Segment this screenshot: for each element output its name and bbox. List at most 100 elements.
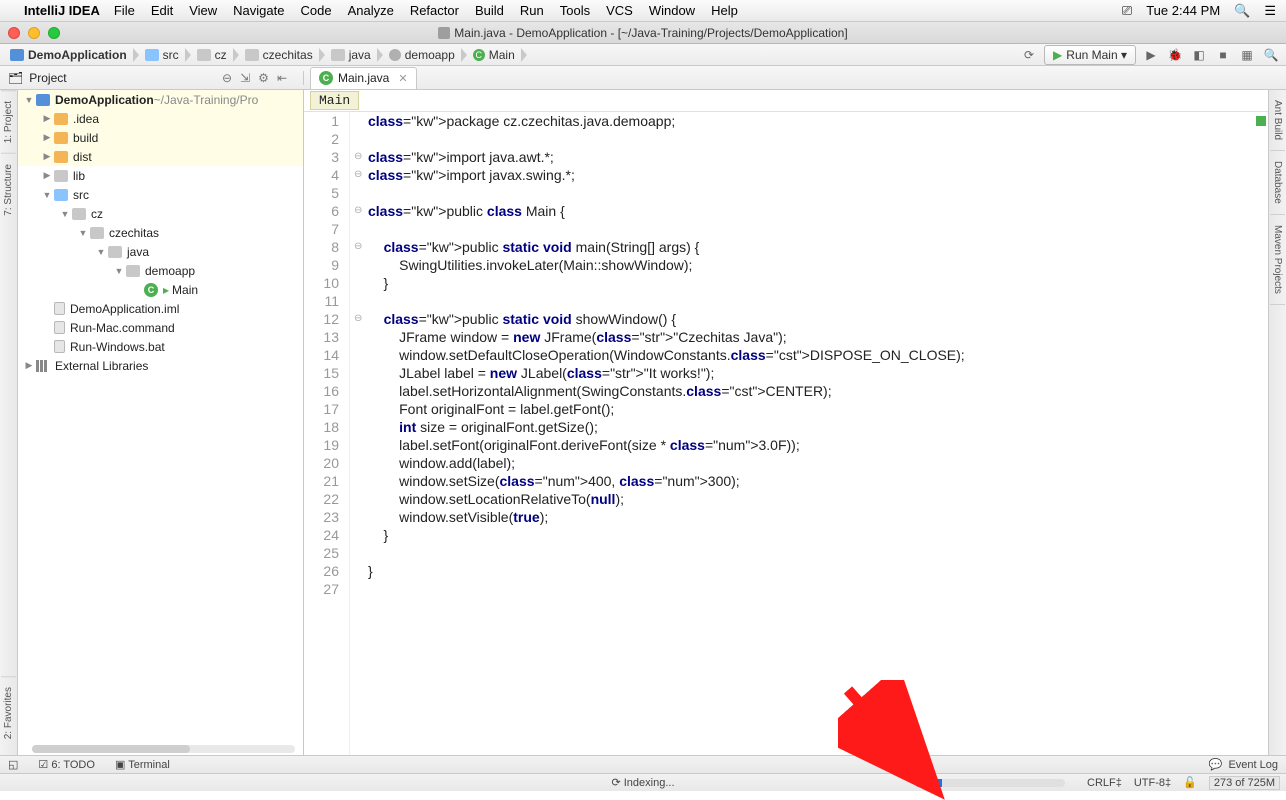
folder-o-icon xyxy=(54,132,68,144)
breadcrumb-java[interactable]: java xyxy=(327,46,377,64)
tree-row[interactable]: ▼ demoapp xyxy=(18,261,303,280)
line-number-gutter[interactable]: 1 2 3 4 5 6 7 8 9 10 11 12 13 14 15 16 1… xyxy=(304,112,350,755)
menu-help[interactable]: Help xyxy=(711,3,738,18)
menu-analyze[interactable]: Analyze xyxy=(348,3,394,18)
breadcrumb-demoapp[interactable]: demoapp xyxy=(385,46,461,64)
file-icon xyxy=(54,321,65,334)
close-window-button[interactable] xyxy=(8,27,20,39)
disclosure-triangle-icon[interactable]: ▼ xyxy=(78,228,88,238)
code-editor[interactable]: Main 1 2 3 4 5 6 7 8 9 10 11 12 13 14 15… xyxy=(304,90,1268,755)
collapse-all-icon[interactable]: ⊖ xyxy=(222,71,232,85)
app-name[interactable]: IntelliJ IDEA xyxy=(24,3,100,18)
java-class-icon: C xyxy=(319,71,333,85)
tab-terminal[interactable]: ▣ Terminal xyxy=(115,758,170,771)
menu-file[interactable]: File xyxy=(114,3,135,18)
code-text[interactable]: class="kw">package cz.czechitas.java.dem… xyxy=(364,112,965,755)
editor-crumb-main[interactable]: Main xyxy=(310,91,359,110)
run-button[interactable]: ▶ xyxy=(1142,46,1160,64)
tab-todo[interactable]: ☑ 6: TODO xyxy=(38,758,95,771)
sync-icon[interactable]: ⟳ xyxy=(1020,46,1038,64)
tab-database[interactable]: Database xyxy=(1270,151,1285,215)
disclosure-triangle-icon[interactable]: ▼ xyxy=(114,266,124,276)
screen-share-icon[interactable]: ⎚ xyxy=(1122,3,1132,19)
breadcrumb-cz[interactable]: cz xyxy=(193,46,233,64)
zoom-window-button[interactable] xyxy=(48,27,60,39)
close-tab-icon[interactable]: ✕ xyxy=(398,72,407,85)
tab-maven[interactable]: Maven Projects xyxy=(1270,215,1285,305)
tree-label: Main xyxy=(172,283,198,297)
run-config-selector[interactable]: ▶Run Main ▾ xyxy=(1044,45,1136,65)
disclosure-triangle-icon[interactable]: ▶ xyxy=(42,170,52,181)
line-separator[interactable]: CRLF‡ xyxy=(1087,777,1122,789)
tree-row[interactable]: ▶build xyxy=(18,128,303,147)
menu-tools[interactable]: Tools xyxy=(560,3,590,18)
file-encoding[interactable]: UTF-8‡ xyxy=(1134,777,1171,789)
tab-project[interactable]: 1: Project xyxy=(1,90,16,153)
tree-row[interactable]: ▼src xyxy=(18,185,303,204)
tree-row[interactable]: ▶External Libraries xyxy=(18,356,303,375)
menu-view[interactable]: View xyxy=(189,3,217,18)
disclosure-triangle-icon[interactable]: ▼ xyxy=(60,209,70,219)
inspection-status-icon[interactable] xyxy=(1256,116,1266,126)
memory-indicator[interactable]: 273 of 725M xyxy=(1209,776,1280,790)
menu-vcs[interactable]: VCS xyxy=(606,3,633,18)
breadcrumb-src[interactable]: src xyxy=(141,46,185,64)
project-tree[interactable]: ▼DemoApplication ~/Java-Training/Pro▶.id… xyxy=(18,90,304,755)
tree-row[interactable]: ▼DemoApplication ~/Java-Training/Pro xyxy=(18,90,303,109)
breadcrumb-main[interactable]: CMain xyxy=(469,46,521,64)
progress-bar[interactable] xyxy=(915,779,1065,787)
tree-row[interactable]: ▶.idea xyxy=(18,109,303,128)
tab-ant-build[interactable]: Ant Build xyxy=(1270,90,1285,151)
disclosure-triangle-icon[interactable]: ▶ xyxy=(42,151,52,162)
hide-toolwindow-icon[interactable]: ⇤ xyxy=(277,71,287,85)
editor-tab-main[interactable]: C Main.java ✕ xyxy=(310,67,417,89)
tree-row[interactable]: Run-Mac.command xyxy=(18,318,303,337)
disclosure-triangle-icon[interactable]: ▶ xyxy=(24,360,34,371)
menu-run[interactable]: Run xyxy=(520,3,544,18)
disclosure-triangle-icon[interactable]: ▼ xyxy=(96,247,106,257)
tab-structure[interactable]: 7: Structure xyxy=(1,153,16,226)
menu-code[interactable]: Code xyxy=(300,3,331,18)
readonly-lock-icon[interactable]: 🔓 xyxy=(1183,776,1197,789)
module-icon xyxy=(36,94,50,106)
tree-row[interactable]: ▼java xyxy=(18,242,303,261)
fold-gutter[interactable]: ⊖ ⊖ ⊖ ⊖ ⊖ xyxy=(350,112,364,755)
breadcrumb-demoapplication[interactable]: DemoApplication xyxy=(6,46,133,64)
breadcrumb-czechitas[interactable]: czechitas xyxy=(241,46,319,64)
disclosure-triangle-icon[interactable]: ▶ xyxy=(42,113,52,124)
tree-label: demoapp xyxy=(145,264,195,278)
tree-row[interactable]: DemoApplication.iml xyxy=(18,299,303,318)
disclosure-triangle-icon[interactable]: ▶ xyxy=(42,132,52,143)
tree-row[interactable]: C▸Main xyxy=(18,280,303,299)
menu-navigate[interactable]: Navigate xyxy=(233,3,284,18)
tree-row[interactable]: Run-Windows.bat xyxy=(18,337,303,356)
clock[interactable]: Tue 2:44 PM xyxy=(1146,3,1220,18)
spinner-icon: ⟳ xyxy=(611,777,620,789)
bottom-corner-icon[interactable]: ◱ xyxy=(8,758,18,771)
spotlight-icon[interactable]: 🔍 xyxy=(1234,3,1250,19)
event-log-icon[interactable]: 💬 xyxy=(1209,758,1223,771)
stop-button[interactable]: ■ xyxy=(1214,46,1232,64)
menu-edit[interactable]: Edit xyxy=(151,3,173,18)
search-everywhere-icon[interactable]: 🔍 xyxy=(1262,46,1280,64)
menu-build[interactable]: Build xyxy=(475,3,504,18)
tab-favorites[interactable]: 2: Favorites xyxy=(1,676,16,749)
menu-refactor[interactable]: Refactor xyxy=(410,3,459,18)
tree-horizontal-scrollbar[interactable] xyxy=(32,745,295,753)
settings-gear-icon[interactable]: ⚙ xyxy=(258,71,269,85)
coverage-button[interactable]: ◧ xyxy=(1190,46,1208,64)
minimize-window-button[interactable] xyxy=(28,27,40,39)
tree-row[interactable]: ▼ czechitas xyxy=(18,223,303,242)
tab-event-log[interactable]: Event Log xyxy=(1228,759,1278,771)
disclosure-triangle-icon[interactable]: ▼ xyxy=(24,95,34,105)
tree-row[interactable]: ▼cz xyxy=(18,204,303,223)
tree-label: czechitas xyxy=(109,226,159,240)
menu-list-icon[interactable]: ☰ xyxy=(1264,3,1276,19)
debug-button[interactable]: 🐞 xyxy=(1166,46,1184,64)
expand-icon[interactable]: ⇲ xyxy=(240,71,250,85)
tree-row[interactable]: ▶lib xyxy=(18,166,303,185)
layout-icon[interactable]: ▦ xyxy=(1238,46,1256,64)
tree-row[interactable]: ▶dist xyxy=(18,147,303,166)
disclosure-triangle-icon[interactable]: ▼ xyxy=(42,190,52,200)
menu-window[interactable]: Window xyxy=(649,3,695,18)
